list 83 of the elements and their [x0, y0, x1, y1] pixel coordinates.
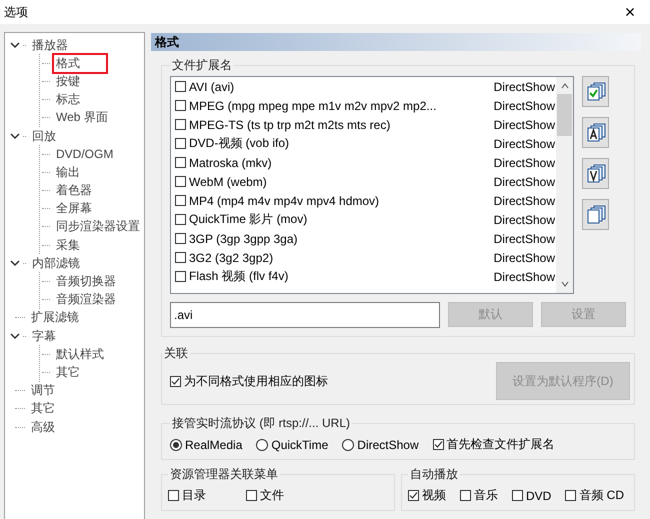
radio-label: RealMedia	[185, 438, 242, 452]
group-title: 接管实时流协议 (即 rtsp://... URL)	[171, 415, 352, 432]
checkbox[interactable]	[175, 271, 186, 282]
checkbox[interactable]	[175, 176, 186, 187]
format-name: Matroska (mkv)	[189, 156, 273, 170]
group-title: 关联	[163, 345, 189, 362]
checkbox-label: 首先检查文件扩展名	[446, 436, 555, 453]
handler-label: DirectShow	[492, 98, 555, 112]
handler-label: DirectShow	[492, 212, 555, 226]
format-name: MP4 (mp4 m4v mp4v mpv4 hdmov)	[189, 194, 380, 208]
group-title: 自动播放	[409, 466, 459, 483]
format-name: 3GP (3gp 3gpp 3ga)	[189, 232, 299, 246]
format-name: MPEG (mpg mpeg mpe m1v m2v mpv2 mp2...	[189, 98, 438, 112]
checkbox-label: 音乐	[474, 487, 498, 504]
checkbox-label: 为不同格式使用相应的图标	[184, 372, 328, 390]
chevron-down-icon[interactable]	[9, 258, 21, 268]
tree-item[interactable]: 高级	[27, 416, 59, 438]
tree-item[interactable]: 输出	[52, 162, 84, 183]
checkbox[interactable]	[175, 195, 186, 206]
checkbox[interactable]	[170, 376, 181, 386]
extension-field[interactable]: .avi	[170, 302, 440, 328]
scroll-up-icon[interactable]	[560, 82, 570, 90]
tree-item[interactable]: 格式	[52, 52, 108, 74]
radio-button[interactable]	[170, 438, 182, 450]
handler-label: DirectShow	[492, 80, 555, 94]
checkbox-label: 音频 CD	[579, 487, 624, 504]
select-button[interactable]	[582, 76, 609, 107]
select-button[interactable]	[582, 199, 609, 230]
pages-check-icon	[584, 80, 606, 102]
format-name: QuickTime 影片 (mov)	[189, 211, 308, 228]
radio-label: DirectShow	[357, 438, 419, 452]
checkbox[interactable]	[175, 81, 186, 92]
handler-label: DirectShow	[492, 270, 555, 284]
checkbox[interactable]	[168, 490, 179, 501]
tree-item[interactable]: 回放	[28, 126, 60, 147]
window-title: 选项	[4, 4, 28, 20]
handler-label: DirectShow	[492, 194, 555, 208]
checkbox[interactable]	[408, 490, 419, 501]
checkbox-label: 视频	[422, 487, 446, 504]
group-title: 文件扩展名	[171, 57, 233, 74]
format-name: DVD-视频 (vob ifo)	[189, 135, 290, 152]
page-header: 格式	[151, 33, 641, 51]
checkbox[interactable]	[175, 138, 186, 149]
scroll-down-icon[interactable]	[560, 280, 570, 288]
handler-label: DirectShow	[492, 136, 555, 150]
handler-label: DirectShow	[492, 156, 555, 170]
pages-letter-icon	[584, 122, 606, 144]
checkbox[interactable]	[175, 157, 186, 168]
chevron-down-icon[interactable]	[9, 331, 21, 342]
checkbox[interactable]	[432, 439, 444, 450]
handler-label: DirectShow	[492, 250, 555, 264]
radio-label: QuickTime	[271, 438, 328, 452]
checkbox[interactable]	[175, 119, 186, 130]
format-name: Flash 视频 (flv f4v)	[189, 268, 290, 285]
format-name: 3G2 (3g2 3gp2)	[189, 250, 274, 264]
scroll-thumb[interactable]	[557, 94, 572, 136]
chevron-down-icon[interactable]	[9, 131, 21, 142]
handler-label: DirectShow	[492, 118, 555, 132]
checkbox[interactable]	[246, 490, 257, 501]
checkbox[interactable]	[565, 490, 576, 501]
checkbox[interactable]	[175, 252, 186, 263]
group-title: 资源管理器关联菜单	[169, 466, 279, 483]
checkbox[interactable]	[460, 490, 471, 501]
format-name: MPEG-TS (ts tp trp m2t m2ts mts rec)	[189, 118, 392, 132]
checkbox[interactable]	[175, 100, 186, 111]
checkbox[interactable]	[512, 490, 523, 501]
checkbox[interactable]	[175, 233, 186, 244]
format-name: AVI (avi)	[189, 80, 236, 94]
pages-letter-icon	[584, 162, 606, 184]
tree-item[interactable]: DVD/OGM	[52, 145, 118, 164]
handler-label: DirectShow	[492, 232, 555, 246]
checkbox-label: 目录	[182, 487, 206, 504]
checkbox[interactable]	[175, 214, 186, 225]
stacked-pages-icon	[584, 204, 606, 226]
chevron-down-icon[interactable]	[9, 40, 21, 50]
checkbox-label: 文件	[260, 487, 284, 504]
handler-label: DirectShow	[492, 174, 555, 188]
checkbox-label: DVD	[526, 488, 552, 502]
select-button[interactable]	[582, 117, 609, 148]
format-name: WebM (webm)	[189, 174, 268, 188]
radio-button[interactable]	[342, 438, 354, 450]
radio-button[interactable]	[256, 438, 268, 450]
select-button[interactable]	[582, 158, 609, 189]
